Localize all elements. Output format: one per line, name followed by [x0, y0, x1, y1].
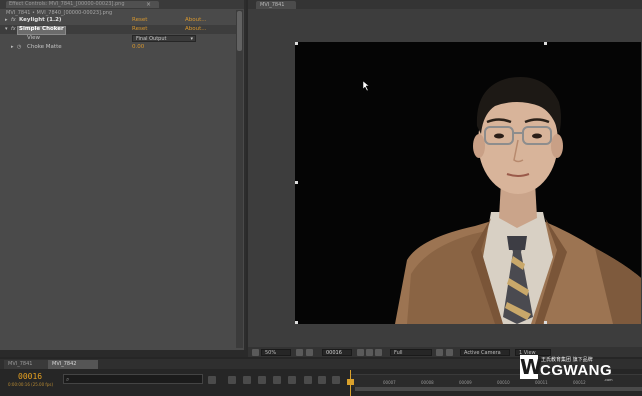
ruler-tick: 00012 — [573, 380, 586, 385]
fx-toggle-icon[interactable]: fx — [11, 16, 16, 25]
search-icon: ⌕ — [66, 376, 70, 383]
live-update-icon[interactable] — [228, 376, 236, 384]
watermark-domain: .com — [604, 378, 613, 382]
left-panel-scrollbar[interactable] — [236, 10, 243, 348]
auto-keyframe-icon[interactable] — [318, 376, 326, 384]
effect-controls-tabbar: Effect Controls: MVI_7841_[00000-00023].… — [0, 0, 244, 9]
layer-handle[interactable] — [544, 42, 547, 45]
ruler-tick: 00008 — [421, 380, 434, 385]
effect-name: Simple Choker — [19, 26, 64, 32]
frame-blending-icon[interactable] — [273, 376, 281, 384]
show-snapshot-icon[interactable] — [366, 349, 373, 356]
choke-matte-value[interactable]: 0.00 — [132, 43, 144, 52]
chevron-down-icon: ▾ — [190, 36, 193, 42]
always-preview-icon[interactable] — [252, 349, 259, 356]
ruler-tick: 00007 — [383, 380, 396, 385]
property-row-choke-matte: ▸ ◷ Choke Matte 0.00 — [0, 43, 236, 52]
property-row-view: View — [0, 34, 236, 43]
transparency-grid-icon[interactable] — [446, 349, 453, 356]
twirl-right-icon[interactable]: ▸ — [5, 16, 8, 25]
region-of-interest-icon[interactable] — [436, 349, 443, 356]
motion-blur-icon[interactable] — [288, 376, 296, 384]
scrollbar-thumb[interactable] — [237, 11, 242, 51]
work-area-bar[interactable] — [355, 387, 642, 391]
close-icon[interactable]: × — [146, 1, 151, 8]
twirl-down-icon[interactable]: ▾ — [5, 25, 8, 34]
layer-handle[interactable] — [295, 42, 298, 45]
viewer-tabbar — [248, 0, 642, 9]
timeline-timecode-sub: 0:00:00:16 (25.00 fps) — [8, 382, 54, 387]
composition-canvas[interactable] — [295, 42, 641, 324]
layer-handle[interactable] — [544, 321, 547, 324]
camera-dropdown[interactable]: Active Camera — [460, 349, 510, 356]
brainstorm-icon[interactable] — [304, 376, 312, 384]
ruler-tick: 00011 — [535, 380, 548, 385]
timeline-tab-active[interactable]: MVI_7842 — [48, 360, 98, 369]
snapshot-icon[interactable] — [357, 349, 364, 356]
ruler-tick: 00009 — [459, 380, 472, 385]
hide-shy-layers-icon[interactable] — [258, 376, 266, 384]
graph-editor-icon[interactable] — [332, 376, 340, 384]
watermark-brand: CGWANG — [540, 362, 613, 379]
effect-controls-tab[interactable]: Effect Controls: MVI_7841_[00000-00023].… — [6, 1, 159, 8]
draft-3d-icon[interactable] — [243, 376, 251, 384]
ruler-tick: 00010 — [497, 380, 510, 385]
twirl-right-icon[interactable]: ▸ — [11, 43, 14, 52]
timeline-timecode[interactable]: 00016 — [18, 372, 42, 381]
presenter-image — [295, 42, 641, 324]
timeline-tab[interactable]: MVI_7841 — [4, 360, 52, 369]
comp-mini-flowchart-icon[interactable] — [208, 376, 216, 384]
effect-name: Keylight (1.2) — [19, 17, 62, 23]
zoom-dropdown[interactable]: 50% — [261, 349, 291, 356]
view-label: View — [27, 35, 41, 41]
resolution-dropdown[interactable]: Full — [390, 349, 432, 356]
safe-zones-icon[interactable] — [296, 349, 303, 356]
view-dropdown[interactable]: Final Output ▾ — [132, 35, 196, 42]
tab-composition[interactable]: MVI_7841 — [256, 1, 296, 9]
playhead-handle[interactable] — [347, 379, 354, 385]
stopwatch-icon[interactable]: ◷ — [17, 43, 21, 52]
about-link[interactable]: About... — [185, 16, 207, 25]
grid-icon[interactable] — [306, 349, 313, 356]
effect-controls-panel — [0, 0, 246, 350]
timeline-search-input[interactable]: ⌕ — [63, 374, 203, 384]
mouse-cursor-icon — [363, 81, 370, 91]
about-link[interactable]: About... — [185, 25, 207, 34]
effect-controls-tab-label: Effect Controls: MVI_7841_[00000-00023].… — [9, 1, 125, 7]
reset-link[interactable]: Reset — [132, 25, 147, 34]
choke-matte-label: Choke Matte — [27, 44, 62, 50]
layer-handle[interactable] — [295, 181, 298, 184]
layer-handle[interactable] — [295, 321, 298, 324]
fx-toggle-icon[interactable]: fx — [11, 25, 16, 34]
effect-row-keylight[interactable]: ▸ fx Keylight (1.2) Reset About... — [0, 16, 236, 25]
current-time-display[interactable]: 00016 — [322, 349, 352, 356]
channel-icon[interactable] — [375, 349, 382, 356]
effect-row-simple-choker[interactable]: ▾ fx Simple Choker Reset About... — [0, 25, 236, 35]
watermark-logo: W — [520, 355, 543, 379]
reset-link[interactable]: Reset — [132, 16, 147, 25]
view-dropdown-value: Final Output — [136, 36, 167, 42]
